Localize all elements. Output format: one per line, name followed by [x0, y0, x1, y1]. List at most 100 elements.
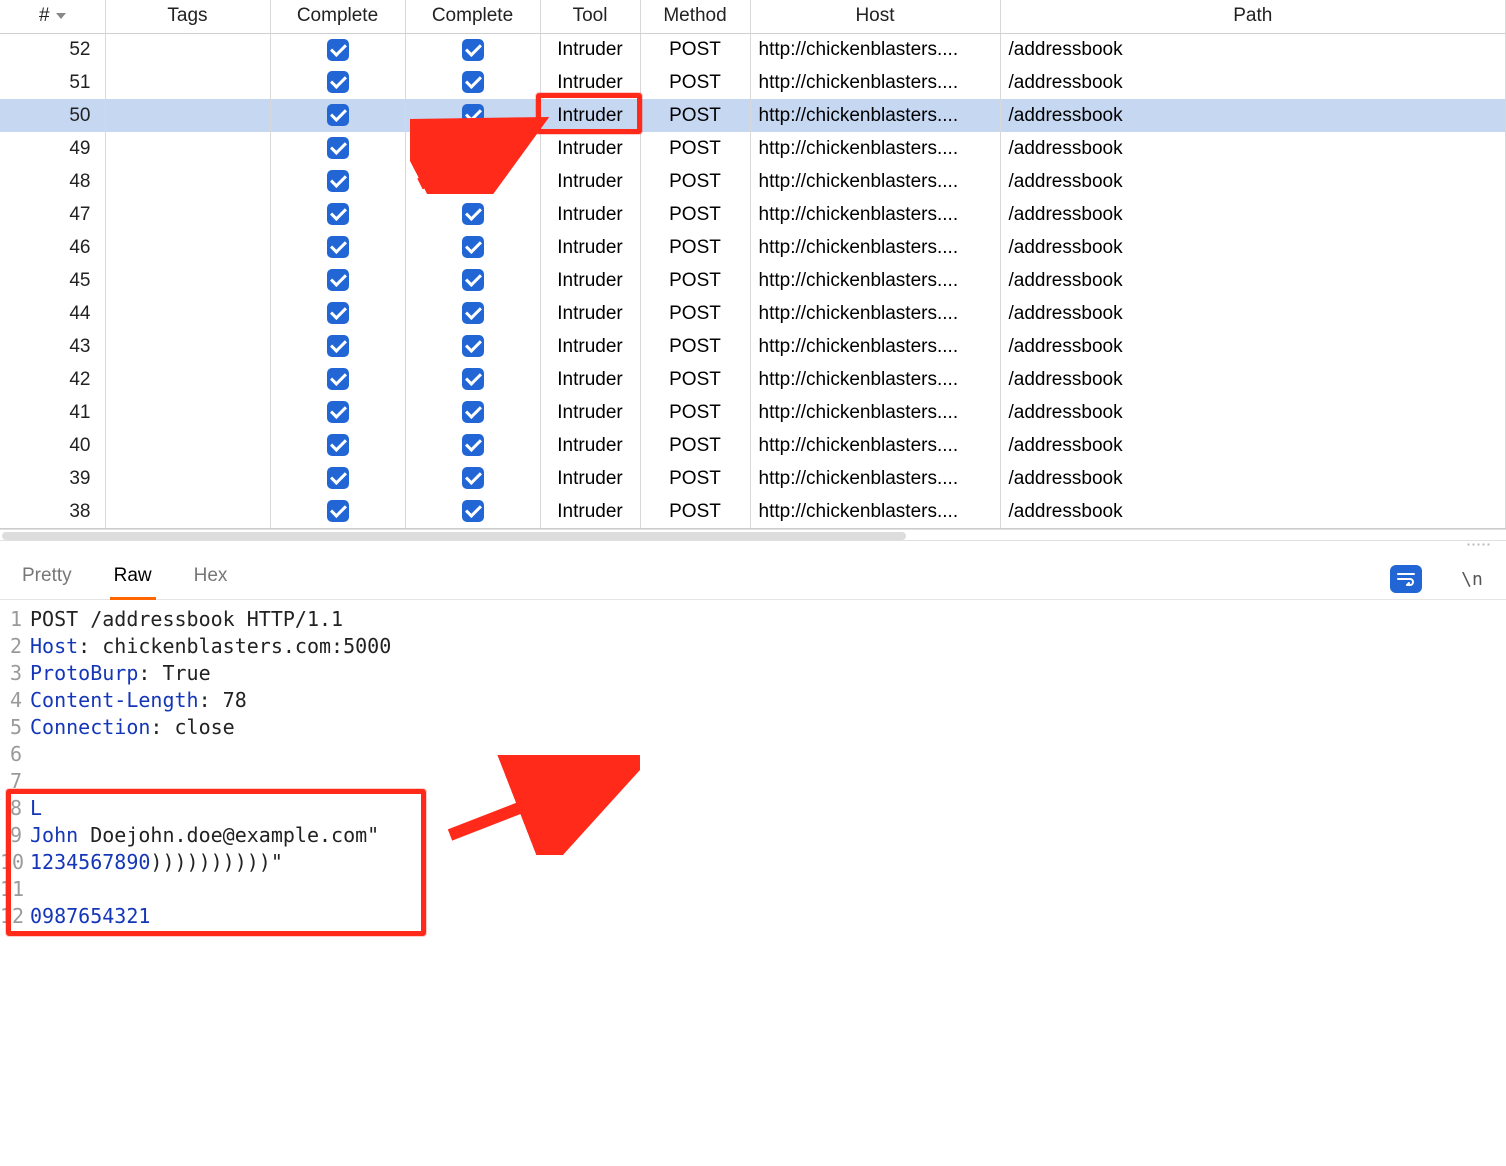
cell-host: http://chickenblasters....: [750, 297, 1000, 330]
col-host[interactable]: Host: [750, 0, 1000, 33]
cell-tags: [105, 99, 270, 132]
table-header-row[interactable]: #TagsCompleteCompleteToolMethodHostPath: [0, 0, 1506, 33]
cell-num: 42: [0, 363, 105, 396]
line-content[interactable]: 0987654321: [30, 903, 150, 930]
tab-hex[interactable]: Hex: [190, 559, 232, 599]
cell-complete2: [405, 99, 540, 132]
cell-path: /addressbook: [1000, 198, 1506, 231]
cell-num: 41: [0, 396, 105, 429]
table-row[interactable]: 46IntruderPOSThttp://chickenblasters....…: [0, 231, 1506, 264]
line-content[interactable]: Host: chickenblasters.com:5000: [30, 633, 391, 660]
editor-line[interactable]: 120987654321: [0, 903, 1506, 930]
table-row[interactable]: 51IntruderPOSThttp://chickenblasters....…: [0, 66, 1506, 99]
table-row[interactable]: 52IntruderPOSThttp://chickenblasters....…: [0, 33, 1506, 66]
editor-line[interactable]: 1POST /addressbook HTTP/1.1: [0, 606, 1506, 633]
table-row[interactable]: 38IntruderPOSThttp://chickenblasters....…: [0, 495, 1506, 528]
line-content[interactable]: [30, 768, 42, 795]
table-row[interactable]: 44IntruderPOSThttp://chickenblasters....…: [0, 297, 1506, 330]
raw-request-editor[interactable]: 1POST /addressbook HTTP/1.12Host: chicke…: [0, 600, 1506, 950]
cell-complete1: [270, 429, 405, 462]
cell-path: /addressbook: [1000, 495, 1506, 528]
editor-line[interactable]: 8L: [0, 795, 1506, 822]
table-row[interactable]: 43IntruderPOSThttp://chickenblasters....…: [0, 330, 1506, 363]
line-content[interactable]: [30, 876, 42, 903]
editor-line[interactable]: 5Connection: close: [0, 714, 1506, 741]
check-icon: [327, 467, 349, 489]
check-icon: [327, 203, 349, 225]
scroll-thumb[interactable]: [2, 532, 906, 540]
cell-complete1: [270, 132, 405, 165]
cell-complete2: [405, 429, 540, 462]
cell-complete1: [270, 495, 405, 528]
tab-raw[interactable]: Raw: [110, 559, 156, 600]
cell-tags: [105, 33, 270, 66]
cell-num: 38: [0, 495, 105, 528]
cell-tool: Intruder: [540, 198, 640, 231]
table-row[interactable]: 47IntruderPOSThttp://chickenblasters....…: [0, 198, 1506, 231]
cell-complete1: [270, 264, 405, 297]
cell-tags: [105, 462, 270, 495]
col-tags[interactable]: Tags: [105, 0, 270, 33]
table-row[interactable]: 40IntruderPOSThttp://chickenblasters....…: [0, 429, 1506, 462]
table-row[interactable]: 49IntruderPOSThttp://chickenblasters....…: [0, 132, 1506, 165]
cell-host: http://chickenblasters....: [750, 495, 1000, 528]
col-method[interactable]: Method: [640, 0, 750, 33]
table-row[interactable]: 48IntruderPOSThttp://chickenblasters....…: [0, 165, 1506, 198]
editor-line[interactable]: 4Content-Length: 78: [0, 687, 1506, 714]
cell-path: /addressbook: [1000, 33, 1506, 66]
newline-icon[interactable]: \n: [1456, 565, 1488, 593]
table-row[interactable]: 41IntruderPOSThttp://chickenblasters....…: [0, 396, 1506, 429]
cell-tags: [105, 495, 270, 528]
editor-line[interactable]: 3ProtoBurp: True: [0, 660, 1506, 687]
tab-pretty[interactable]: Pretty: [18, 559, 76, 599]
wrap-icon[interactable]: [1390, 565, 1422, 593]
table-row[interactable]: 39IntruderPOSThttp://chickenblasters....…: [0, 462, 1506, 495]
split-drag-handle[interactable]: [0, 541, 1506, 549]
check-icon: [327, 104, 349, 126]
check-icon: [462, 335, 484, 357]
cell-tags: [105, 429, 270, 462]
editor-line[interactable]: 7: [0, 768, 1506, 795]
table-row[interactable]: 50IntruderPOSThttp://chickenblasters....…: [0, 99, 1506, 132]
cell-method: POST: [640, 330, 750, 363]
check-icon: [327, 137, 349, 159]
line-content[interactable]: John Doejohn.doe@example.com": [30, 822, 379, 849]
cell-tags: [105, 66, 270, 99]
col-complete[interactable]: Complete: [270, 0, 405, 33]
view-tabs: Pretty Raw Hex \n: [0, 549, 1506, 600]
table-row[interactable]: 45IntruderPOSThttp://chickenblasters....…: [0, 264, 1506, 297]
editor-line[interactable]: 2Host: chickenblasters.com:5000: [0, 633, 1506, 660]
check-icon: [462, 104, 484, 126]
request-table[interactable]: #TagsCompleteCompleteToolMethodHostPath …: [0, 0, 1506, 529]
editor-line[interactable]: 9John Doejohn.doe@example.com": [0, 822, 1506, 849]
col-complete[interactable]: Complete: [405, 0, 540, 33]
line-content[interactable]: Content-Length: 78: [30, 687, 247, 714]
col-path[interactable]: Path: [1000, 0, 1506, 33]
cell-method: POST: [640, 429, 750, 462]
cell-method: POST: [640, 495, 750, 528]
line-content[interactable]: ProtoBurp: True: [30, 660, 211, 687]
line-content[interactable]: Connection: close: [30, 714, 235, 741]
check-icon: [462, 203, 484, 225]
horizontal-scrollbar[interactable]: [0, 529, 1506, 541]
check-icon: [327, 170, 349, 192]
table-row[interactable]: 42IntruderPOSThttp://chickenblasters....…: [0, 363, 1506, 396]
line-content[interactable]: POST /addressbook HTTP/1.1: [30, 606, 343, 633]
cell-tool: Intruder: [540, 330, 640, 363]
cell-num: 44: [0, 297, 105, 330]
check-icon: [462, 368, 484, 390]
check-icon: [462, 401, 484, 423]
cell-complete2: [405, 495, 540, 528]
col--[interactable]: #: [0, 0, 105, 33]
editor-line[interactable]: 11: [0, 876, 1506, 903]
line-content[interactable]: L: [30, 795, 42, 822]
cell-host: http://chickenblasters....: [750, 330, 1000, 363]
cell-complete2: [405, 462, 540, 495]
editor-line[interactable]: 101234567890))))))))))": [0, 849, 1506, 876]
table-body[interactable]: 52IntruderPOSThttp://chickenblasters....…: [0, 33, 1506, 528]
line-content[interactable]: [30, 741, 42, 768]
col-tool[interactable]: Tool: [540, 0, 640, 33]
line-content[interactable]: 1234567890))))))))))": [30, 849, 283, 876]
line-number: 9: [0, 822, 30, 849]
editor-line[interactable]: 6: [0, 741, 1506, 768]
